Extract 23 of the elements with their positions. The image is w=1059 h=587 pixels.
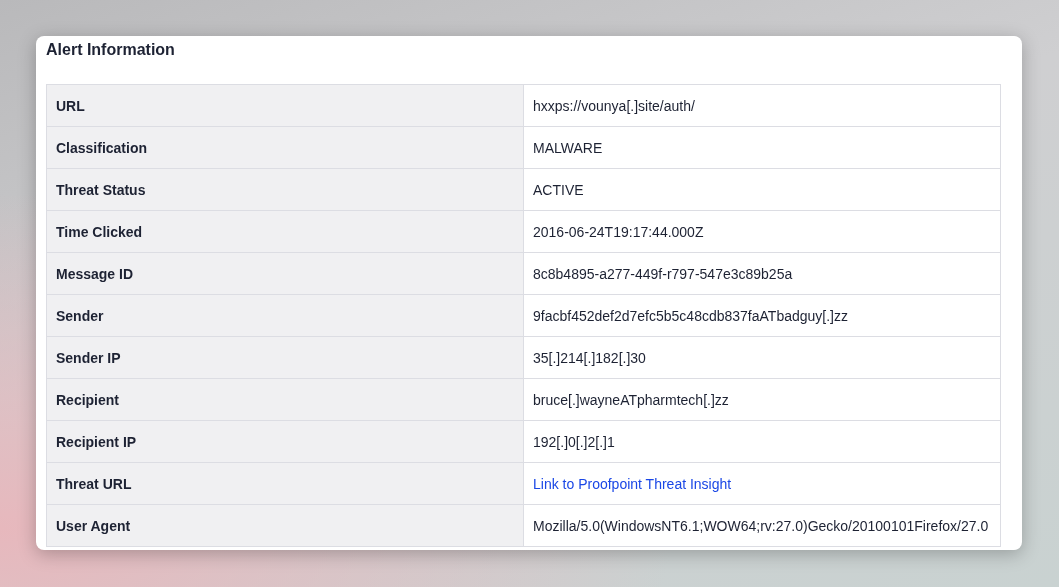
field-value-cell: 192[.]0[.]2[.]1 [523, 420, 1001, 463]
field-label-cell: Threat Status [46, 168, 524, 211]
field-value-cell: MALWARE [523, 126, 1001, 169]
field-value-cell: ACTIVE [523, 168, 1001, 211]
field-value-cell: 2016-06-24T19:17:44.000Z [523, 210, 1001, 253]
field-label-cell: Time Clicked [46, 210, 524, 253]
field-value-cell: hxxps://vounya[.]site/auth/ [523, 84, 1001, 127]
field-value-cell: 9facbf452def2d7efc5b5c48cdb837faATbadguy[.]zz [523, 294, 1001, 337]
threat-insight-link[interactable]: Link to Proofpoint Threat Insight [533, 475, 732, 492]
field-label-cell: URL [46, 84, 524, 127]
field-label-cell: Sender [46, 294, 524, 337]
field-value-cell: 35[.]214[.]182[.]30 [523, 336, 1001, 379]
field-label-cell: Sender IP [46, 336, 524, 379]
field-value-cell: Mozilla/5.0(WindowsNT6.1;WOW64;rv:27.0)Gecko/20100101Firefox/27.0 [523, 504, 1001, 547]
field-label-cell: User Agent [46, 504, 524, 547]
card-title: Alert Information [46, 40, 176, 60]
field-value-cell: bruce[.]wayneATpharmtech[.]zz [523, 378, 1001, 421]
field-label-cell: Classification [46, 126, 524, 169]
field-label-cell: Threat URL [46, 462, 524, 505]
field-value-cell: 8c8b4895-a277-449f-r797-547e3c89b25a [523, 252, 1001, 295]
field-label-cell: Message ID [46, 252, 524, 295]
field-label-cell: Recipient [46, 378, 524, 421]
field-label-cell: Recipient IP [46, 420, 524, 463]
